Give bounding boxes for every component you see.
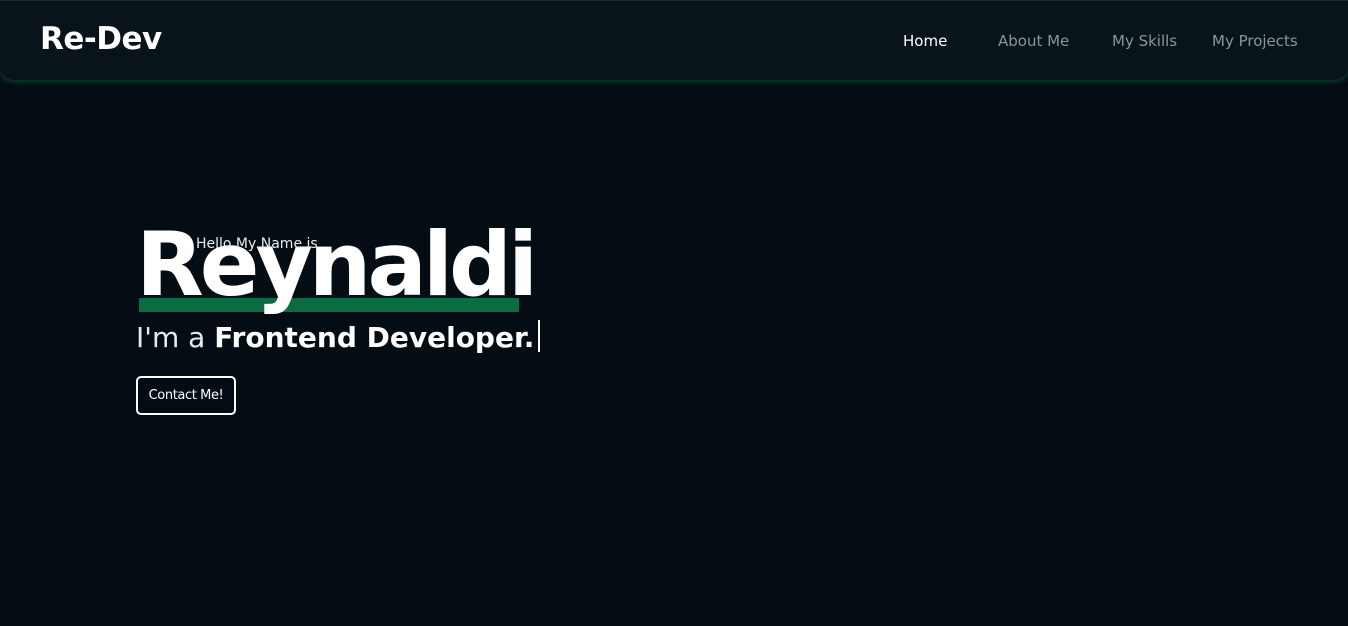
contact-me-button[interactable]: Contact Me! (136, 376, 236, 415)
hero-role-line: I'm a Frontend Developer. (136, 320, 541, 356)
hero-greeting: Hello My Name is (196, 236, 318, 252)
typing-cursor (538, 320, 541, 352)
role-title: Frontend Developer. (214, 321, 535, 354)
nav-link-my-projects[interactable]: My Projects (1212, 30, 1298, 52)
role-prefix: I'm a (136, 321, 215, 354)
hero-section: Reynaldi Hello My Name is I'm a Frontend… (136, 213, 736, 422)
name-block: Reynaldi Hello My Name is (136, 213, 538, 322)
nav-link-home[interactable]: Home (903, 30, 947, 52)
nav-link-about-me[interactable]: About Me (998, 30, 1069, 52)
hero-name: Reynaldi (136, 213, 538, 316)
site-logo[interactable]: Re-Dev (40, 19, 162, 59)
navbar: Re-Dev Home About Me My Skills My Projec… (0, 0, 1348, 80)
nav-link-my-skills[interactable]: My Skills (1112, 30, 1177, 52)
